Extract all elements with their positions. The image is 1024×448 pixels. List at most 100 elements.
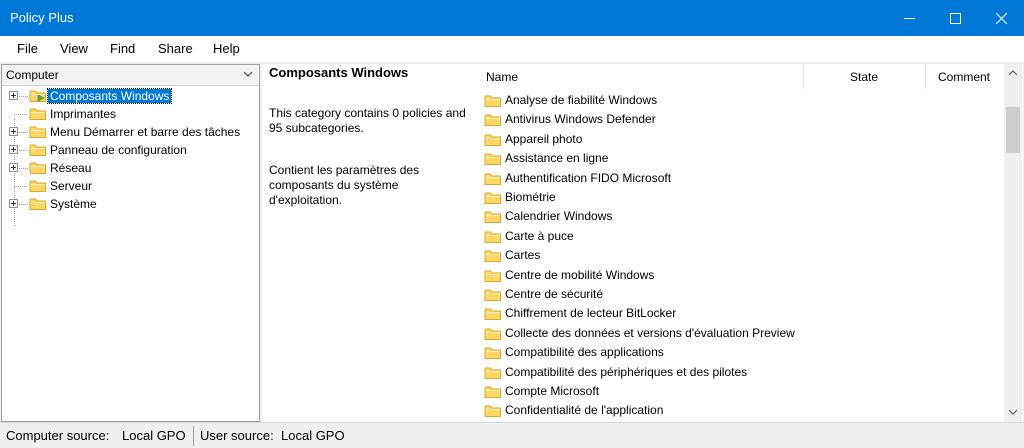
tree-node[interactable]: Serveur (2, 177, 259, 195)
menu-bar: File View Find Share Help (0, 36, 1024, 62)
scrollbar-thumb[interactable] (1006, 107, 1020, 153)
title-bar[interactable]: Policy Plus (0, 0, 1024, 36)
expand-icon[interactable] (9, 163, 18, 172)
scope-combobox-value: Computer (6, 68, 59, 82)
list-item[interactable]: Calendrier Windows (478, 207, 1004, 226)
list-item[interactable]: Collecte des données et versions d'évalu… (478, 324, 1004, 343)
menu-help[interactable]: Help (213, 41, 240, 56)
list-item-label: Centre de mobilité Windows (505, 267, 655, 282)
expand-icon[interactable] (9, 91, 18, 100)
maximize-button[interactable] (932, 0, 978, 36)
list-item[interactable]: Cartes (478, 246, 1004, 265)
list-item[interactable]: Carte à puce (478, 227, 1004, 246)
list-item[interactable]: Assistance en ligne (478, 149, 1004, 168)
status-divider (193, 426, 194, 446)
tree-connector-line (19, 150, 28, 151)
column-divider[interactable] (803, 64, 804, 89)
list-item[interactable]: Authentification FIDO Microsoft (478, 169, 1004, 188)
tree-node-label: Imprimantes (50, 107, 117, 121)
tree-node[interactable]: Réseau (2, 159, 259, 177)
menu-view[interactable]: View (60, 41, 88, 56)
column-header-comment[interactable]: Comment (938, 64, 990, 89)
list-item[interactable]: Compatibilité des périphériques et des p… (478, 363, 1004, 382)
status-bar: Computer source: Local GPO User source: … (0, 422, 1024, 448)
folder-icon (29, 126, 46, 138)
category-description: Contient les paramètres des composants d… (269, 163, 420, 207)
list-item[interactable]: Centre de sécurité (478, 285, 1004, 304)
list-item-label: Authentification FIDO Microsoft (505, 170, 672, 185)
list-header: Name State Comment (478, 64, 1004, 89)
list-item-label: Collecte des données et versions d'évalu… (505, 325, 795, 340)
column-header-name[interactable]: Name (486, 64, 518, 89)
minimize-icon (903, 17, 915, 19)
user-source-value[interactable]: Local GPO (281, 428, 345, 443)
list-item-label: Carte à puce (505, 228, 574, 243)
list-item-label: Analyse de fiabilité Windows (505, 93, 658, 107)
list-item[interactable]: Analyse de fiabilité Windows (478, 91, 1004, 110)
menu-find[interactable]: Find (110, 41, 135, 56)
tree-node[interactable]: Composants Windows (2, 87, 259, 105)
folder-icon (29, 198, 46, 210)
list-item[interactable]: Compatibilité des applications (478, 343, 1004, 362)
folder-icon (484, 405, 501, 418)
folder-icon (484, 211, 501, 224)
policy-list-pane: Name State Comment Analyse de fiabilité … (478, 64, 1023, 422)
list-vertical-scrollbar[interactable] (1004, 64, 1022, 422)
list-item[interactable]: Centre de mobilité Windows (478, 266, 1004, 285)
menu-file[interactable]: File (17, 41, 38, 56)
list-item-label: Biométrie (505, 190, 556, 204)
column-header-state[interactable]: State (850, 64, 878, 89)
expand-icon[interactable] (9, 127, 18, 136)
folder-icon (484, 153, 501, 166)
list-item[interactable]: Chiffrement de lecteur BitLocker (478, 304, 1004, 323)
folder-icon (484, 114, 501, 127)
scroll-up-icon[interactable] (1009, 70, 1017, 76)
computer-source-value[interactable]: Local GPO (122, 428, 186, 443)
folder-icon (484, 308, 501, 321)
scope-combobox[interactable]: Computer (2, 65, 259, 86)
tree-node[interactable]: Système (2, 195, 259, 213)
list-item-label: Antivirus Windows Defender (505, 112, 656, 127)
list-item-label: Compte Microsoft (505, 384, 600, 398)
minimize-button[interactable] (886, 0, 932, 36)
folder-icon (29, 108, 46, 120)
list-item[interactable]: Compte Microsoft (478, 382, 1004, 401)
expand-icon[interactable] (9, 145, 18, 154)
list-item-label: Centre de sécurité (505, 287, 604, 301)
category-title: Composants Windows (269, 65, 409, 80)
list-item-label: Calendrier Windows (505, 209, 613, 224)
menu-share[interactable]: Share (158, 41, 193, 56)
tree-node-label: Système (50, 197, 97, 211)
tree-node[interactable]: Menu Démarrer et barre des tâches (2, 123, 259, 141)
folder-icon (484, 134, 501, 146)
category-summary: This category contains 0 policies and 95… (269, 106, 466, 135)
close-button[interactable] (978, 0, 1024, 36)
folder-icon (29, 144, 46, 156)
column-divider[interactable] (925, 64, 926, 89)
folder-icon (29, 180, 46, 192)
tree-node[interactable]: Panneau de configuration (2, 141, 259, 159)
folder-icon (484, 386, 501, 398)
folder-icon (484, 192, 501, 204)
folder-icon (484, 347, 501, 360)
expand-icon[interactable] (9, 199, 18, 208)
list-item[interactable]: Biométrie (478, 188, 1004, 207)
description-pane: Composants Windows This category contain… (262, 64, 478, 422)
list-item-label: Cartes (505, 248, 541, 263)
list-item[interactable]: Appareil photo (478, 130, 1004, 149)
folder-icon (484, 231, 501, 243)
list-item[interactable]: Confidentialité de l'application (478, 401, 1004, 420)
tree-node-label: Menu Démarrer et barre des tâches (50, 125, 241, 139)
folder-open-icon (29, 90, 46, 102)
tree-connector-line (19, 168, 28, 169)
close-icon (995, 12, 1007, 24)
scroll-down-icon[interactable] (1009, 409, 1017, 415)
tree-node[interactable]: Imprimantes (2, 105, 259, 123)
list-item[interactable]: Antivirus Windows Defender (478, 110, 1004, 129)
tree-connector-line (19, 132, 28, 133)
policy-plus-window: Policy Plus File View Find Share Help Co… (0, 0, 1024, 448)
tree-node-label: Réseau (50, 161, 92, 175)
folder-icon (29, 162, 46, 174)
user-source-label: User source: (200, 428, 274, 443)
tree-connector-line (14, 186, 27, 187)
